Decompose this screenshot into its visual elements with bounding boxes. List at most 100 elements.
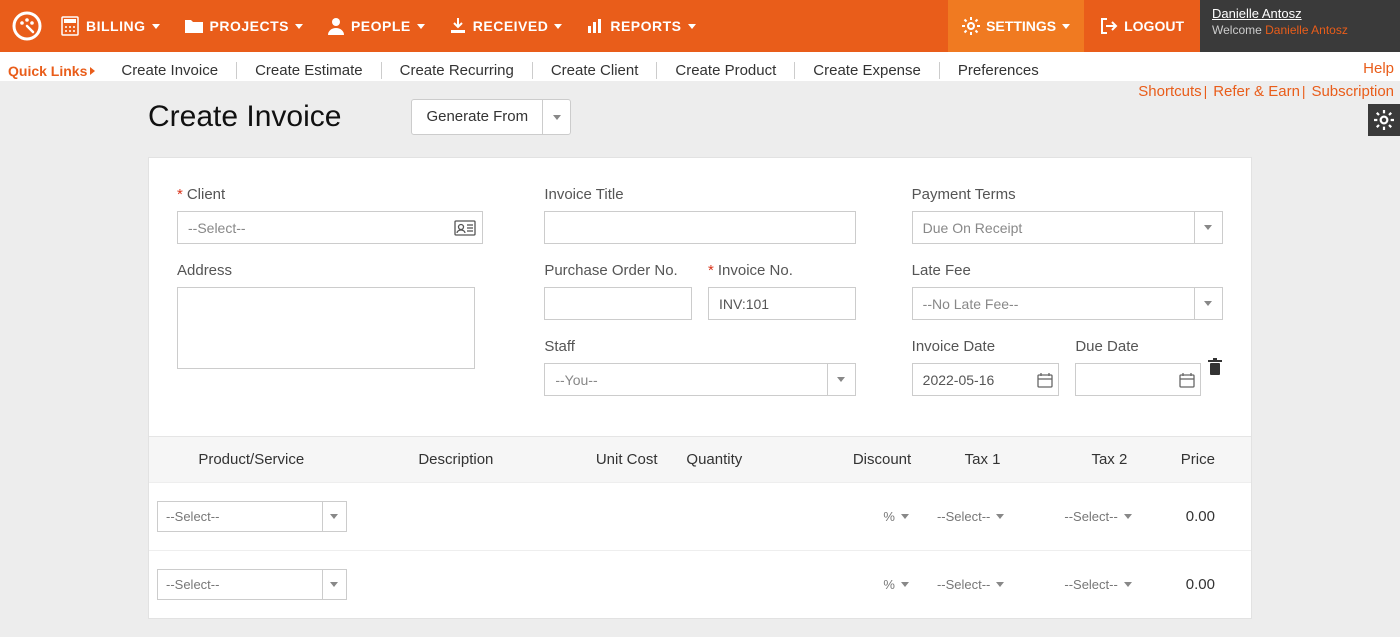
nav-billing[interactable]: BILLING	[48, 0, 172, 52]
field-invoice-no: *Invoice No.	[708, 262, 856, 320]
chevron-down-icon	[322, 502, 346, 531]
chevron-down-icon	[901, 514, 909, 519]
separator: |	[1302, 83, 1306, 99]
h-quantity: Quantity	[666, 451, 764, 468]
nav-label: SETTINGS	[986, 18, 1056, 34]
user-info: Danielle Antosz Welcome Danielle Antosz	[1200, 0, 1400, 52]
discount-unit-select[interactable]: %	[877, 577, 915, 592]
tax2-select[interactable]: --Select--	[1058, 577, 1169, 592]
calendar-icon[interactable]	[1037, 372, 1053, 388]
placeholder-text: --Select--	[166, 577, 219, 592]
welcome-prefix: Welcome	[1212, 23, 1265, 37]
calendar-icon[interactable]	[1179, 372, 1195, 388]
chevron-down-icon	[554, 24, 562, 29]
unit-text: %	[883, 509, 895, 524]
discount-unit-select[interactable]: %	[877, 509, 915, 524]
field-client: *Client --Select--	[177, 186, 488, 244]
nav-settings[interactable]: SETTINGS	[948, 0, 1084, 52]
po-input[interactable]	[544, 287, 692, 320]
h-discount: Discount	[763, 451, 919, 468]
items-header: Product/Service Description Unit Cost Qu…	[149, 436, 1251, 482]
invoice-date-label: Invoice Date	[912, 338, 1060, 355]
subscription-link[interactable]: Subscription	[1311, 83, 1394, 100]
shortcuts-link[interactable]: Shortcuts	[1138, 83, 1201, 100]
field-due-date: Due Date	[1075, 338, 1201, 396]
ql-create-client[interactable]: Create Client	[533, 62, 658, 79]
refer-link[interactable]: Refer & Earn	[1213, 83, 1300, 100]
client-select[interactable]: --Select--	[177, 211, 483, 244]
selected-text: --You--	[555, 372, 597, 388]
due-date-label: Due Date	[1075, 338, 1201, 355]
chevron-down-icon	[152, 24, 160, 29]
nav-people[interactable]: PEOPLE	[315, 0, 437, 52]
tax2-select[interactable]: --Select--	[1058, 509, 1169, 524]
nav-left: BILLING PROJECTS PEOPLE RECEIVED REPORTS	[0, 0, 948, 52]
staff-label: Staff	[544, 338, 855, 355]
ql-preferences[interactable]: Preferences	[940, 62, 1057, 79]
welcome-name: Danielle Antosz	[1265, 23, 1348, 37]
title-row: Create Invoice Generate From	[148, 99, 1400, 135]
side-gear-tab[interactable]	[1368, 104, 1400, 136]
late-fee-select[interactable]: --No Late Fee--	[912, 287, 1223, 320]
h-unit-cost: Unit Cost	[558, 451, 665, 468]
staff-select[interactable]: --You--	[544, 363, 855, 396]
folder-icon	[184, 17, 204, 35]
nav-logout[interactable]: LOGOUT	[1084, 0, 1200, 52]
nav-projects[interactable]: PROJECTS	[172, 0, 315, 52]
ql-create-expense[interactable]: Create Expense	[795, 62, 940, 79]
client-label: *Client	[177, 186, 488, 203]
chevron-down-icon	[688, 24, 696, 29]
nav-reports[interactable]: REPORTS	[574, 0, 707, 52]
placeholder-text: --Select--	[188, 220, 246, 236]
help-row2: Shortcuts| Refer & Earn| Subscription	[1138, 83, 1394, 100]
nav-label: PEOPLE	[351, 18, 411, 34]
nav-received[interactable]: RECEIVED	[437, 0, 575, 52]
help-link[interactable]: Help	[1363, 60, 1394, 77]
invoice-form-card: *Client --Select-- Address Invoice Title	[148, 157, 1252, 619]
unit-text: %	[883, 577, 895, 592]
chevron-down-icon	[417, 24, 425, 29]
address-textarea[interactable]	[177, 287, 475, 369]
item-row: --Select-- % --Select-- --Select-- 0.00	[149, 550, 1251, 618]
field-staff: Staff --You--	[544, 338, 855, 396]
field-due-date-wrap: Due Date	[1075, 338, 1223, 396]
download-icon	[449, 17, 467, 35]
chevron-down-icon	[542, 100, 570, 134]
generate-from-dropdown[interactable]: Generate From	[411, 99, 571, 135]
trash-icon	[1207, 358, 1223, 376]
page: Create Invoice Generate From *Client --S…	[0, 81, 1400, 619]
ql-create-estimate[interactable]: Create Estimate	[237, 62, 382, 79]
quick-links-text: Quick Links	[8, 63, 87, 79]
clear-due-date-button[interactable]	[1207, 358, 1223, 376]
separator: |	[1204, 83, 1208, 99]
nav-label: REPORTS	[610, 18, 681, 34]
selected-text: --No Late Fee--	[923, 296, 1019, 312]
ql-create-recurring[interactable]: Create Recurring	[382, 62, 533, 79]
h-tax2: Tax 2	[1046, 451, 1173, 468]
tax1-select[interactable]: --Select--	[931, 509, 1042, 524]
label-text: Client	[187, 186, 225, 203]
quick-links-label[interactable]: Quick Links	[8, 63, 95, 79]
user-name-link[interactable]: Danielle Antosz	[1212, 6, 1382, 21]
item-row: --Select-- % --Select-- --Select-- 0.00	[149, 482, 1251, 550]
required-marker: *	[177, 186, 183, 203]
nav-label: RECEIVED	[473, 18, 549, 34]
chevron-down-icon	[1194, 288, 1222, 319]
required-marker: *	[708, 262, 714, 279]
logo-icon[interactable]	[10, 9, 44, 43]
payment-terms-select[interactable]: Due On Receipt	[912, 211, 1223, 244]
field-invoice-date: Invoice Date	[912, 338, 1060, 396]
chevron-down-icon	[1124, 582, 1132, 587]
invoice-title-input[interactable]	[544, 211, 855, 244]
ql-create-product[interactable]: Create Product	[657, 62, 795, 79]
ql-create-invoice[interactable]: Create Invoice	[103, 62, 237, 79]
product-select[interactable]: --Select--	[157, 569, 347, 600]
invoice-no-input[interactable]	[708, 287, 856, 320]
product-select[interactable]: --Select--	[157, 501, 347, 532]
col-terms: Payment Terms Due On Receipt Late Fee --…	[912, 186, 1223, 414]
tax1-select[interactable]: --Select--	[931, 577, 1042, 592]
top-nav: BILLING PROJECTS PEOPLE RECEIVED REPORTS…	[0, 0, 1400, 52]
payment-terms-label: Payment Terms	[912, 186, 1223, 203]
chevron-down-icon	[1124, 514, 1132, 519]
gear-icon	[1374, 110, 1394, 130]
